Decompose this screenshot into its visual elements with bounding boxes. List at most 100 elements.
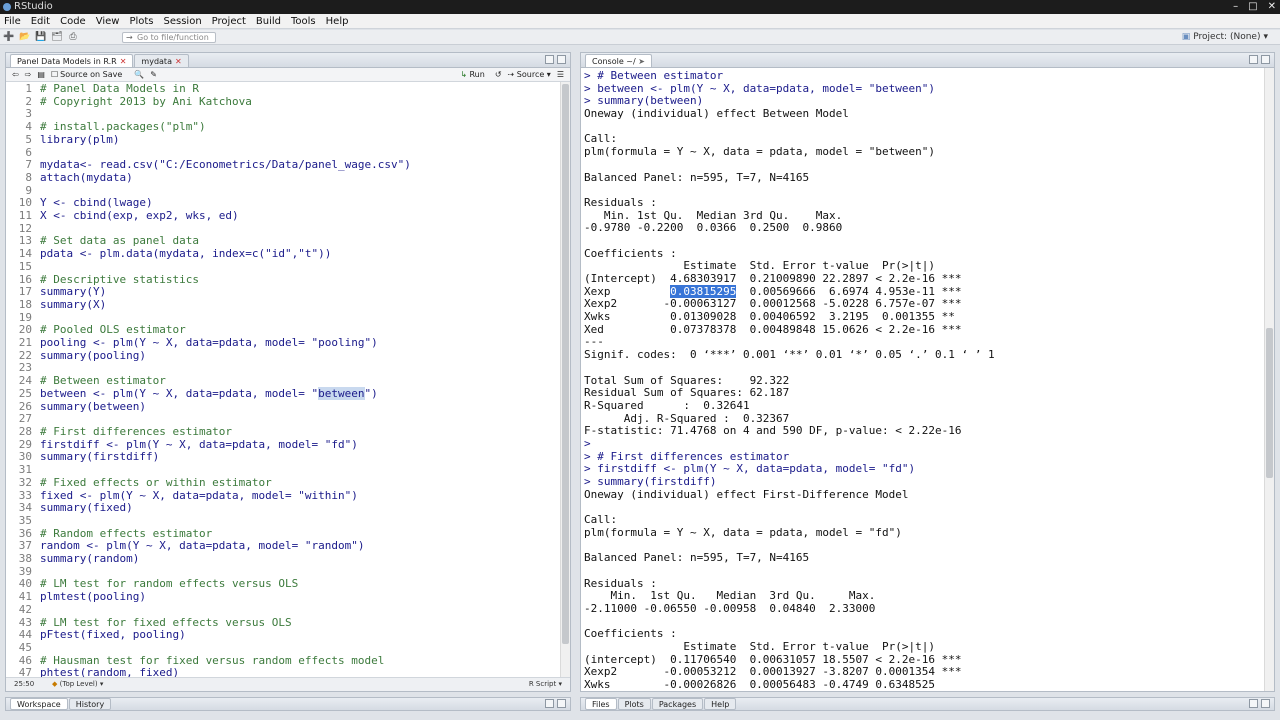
menu-edit[interactable]: Edit — [31, 16, 50, 27]
editor-menu-icon[interactable]: ☰ — [557, 70, 564, 79]
console-line: > # Between estimator — [584, 69, 724, 82]
maximize-pane-icon[interactable] — [557, 55, 566, 64]
print-icon[interactable]: ⎙ — [66, 31, 80, 43]
chevron-down-icon: ▾ — [1263, 32, 1268, 42]
menu-session[interactable]: Session — [164, 16, 202, 27]
project-menu[interactable]: ▣ Project: (None) ▾ — [1182, 32, 1268, 42]
run-button[interactable]: ↳ Run — [460, 70, 485, 79]
code-line[interactable]: 15 — [6, 260, 560, 274]
source-on-save-label: Source on Save — [60, 70, 123, 79]
code-text: phtest(random, fixed) — [40, 666, 180, 677]
menu-view[interactable]: View — [96, 16, 120, 27]
code-line[interactable]: 21 pooling <- plm(Y ~ X, data=pdata, mode… — [6, 336, 560, 350]
console-scrollbar[interactable] — [1264, 68, 1274, 691]
code-line[interactable]: 24 # Between estimator — [6, 374, 560, 388]
tab-history[interactable]: History — [68, 698, 112, 710]
find-icon[interactable]: 🔍 — [134, 70, 144, 79]
editor-scrollbar[interactable] — [560, 82, 570, 677]
code-line[interactable]: 18 summary(X) — [6, 297, 560, 312]
minimize-pane-icon[interactable] — [1249, 55, 1258, 64]
source-icon: ⇢ — [507, 70, 515, 79]
menu-project[interactable]: Project — [212, 16, 246, 27]
close-tab-icon[interactable]: ✕ — [120, 57, 127, 66]
code-line[interactable]: 25 between <- plm(Y ~ X, data=pdata, mode… — [6, 386, 560, 401]
maximize-pane-icon[interactable] — [1261, 55, 1270, 64]
code-line[interactable]: 31 — [6, 463, 560, 477]
pane-controls — [545, 699, 566, 708]
code-line[interactable]: 14 pdata <- plm.data(mydata, index=c("id"… — [6, 247, 560, 261]
code-line[interactable]: 4 # install.packages("plm") — [6, 120, 560, 134]
code-line[interactable]: 11 X <- cbind(exp, exp2, wks, ed) — [6, 209, 560, 223]
forward-arrow-icon[interactable]: ⇨ — [25, 70, 32, 79]
minimize-icon[interactable]: – — [1233, 0, 1238, 14]
new-file-icon[interactable]: ➕ — [2, 31, 16, 43]
maximize-pane-icon[interactable] — [1261, 699, 1270, 708]
code-line[interactable]: 2 # Copyright 2013 by Ani Katchova — [6, 95, 560, 109]
code-tools-icon[interactable]: ✎ — [150, 70, 157, 79]
tab-packages[interactable]: Packages — [651, 698, 704, 710]
console-line: R-Squared : 0.32641 — [584, 398, 750, 412]
close-icon[interactable]: ✕ — [1268, 0, 1276, 14]
code-text: # Between estimator — [40, 374, 166, 388]
goto-file-input[interactable]: → Go to file/function — [122, 32, 216, 43]
code-area[interactable]: 1 # Panel Data Models in R 2 # Copyright 20… — [6, 82, 560, 677]
code-line[interactable]: 34 summary(fixed) — [6, 501, 560, 515]
close-tab-icon[interactable]: ✕ — [175, 57, 182, 66]
tab-help[interactable]: Help — [704, 698, 737, 710]
file-type-indicator[interactable]: R Script ▾ — [529, 678, 562, 691]
line-number: 42 — [18, 602, 32, 616]
tab-plots[interactable]: Plots — [617, 698, 651, 710]
code-line[interactable]: 22 summary(pooling) — [6, 349, 560, 363]
minimize-pane-icon[interactable] — [1249, 699, 1258, 708]
code-line[interactable]: 5 library(plm) — [6, 133, 560, 147]
open-folder-icon[interactable]: 📂 — [18, 31, 32, 43]
code-line[interactable]: 30 summary(firstdiff) — [6, 451, 560, 464]
window-title: RStudio — [14, 1, 53, 12]
code-line[interactable]: 1 # Panel Data Models in R — [6, 82, 560, 96]
menu-help[interactable]: Help — [326, 16, 349, 27]
line-number: 35 — [18, 513, 32, 527]
tab-console[interactable]: Console ~/ ➤ — [585, 54, 652, 67]
tab-workspace[interactable]: Workspace — [10, 698, 68, 710]
code-text: # Fixed effects or within estimator — [40, 475, 272, 489]
tab-panel-data-models[interactable]: Panel Data Models in R.R ✕ — [10, 54, 134, 67]
scope-indicator[interactable]: ◆ (Top Level) ▾ — [52, 678, 103, 691]
console-output[interactable]: > # Between estimator > between <- plm(Y … — [581, 68, 1264, 691]
code-line[interactable]: 8 attach(mydata) — [6, 171, 560, 185]
line-number: 32 — [18, 475, 32, 489]
code-line[interactable]: 26 summary(between) — [6, 400, 560, 414]
code-line[interactable]: 41 plmtest(pooling) — [6, 590, 560, 604]
source-on-save-checkbox[interactable]: ☐ — [51, 70, 58, 79]
code-line[interactable]: 35 — [6, 513, 560, 528]
menu-plots[interactable]: Plots — [129, 16, 153, 27]
menu-code[interactable]: Code — [60, 16, 86, 27]
editor-scroll-thumb[interactable] — [562, 84, 569, 644]
minimize-pane-icon[interactable] — [545, 699, 554, 708]
save-all-icon[interactable]: 🗂 — [50, 31, 64, 43]
tab-files[interactable]: Files — [585, 698, 617, 710]
code-text: plmtest(pooling) — [40, 590, 146, 604]
code-line[interactable]: 45 — [6, 641, 560, 655]
back-arrow-icon[interactable]: ⇦ — [12, 70, 19, 79]
code-line[interactable]: 38 summary(random) — [6, 552, 560, 566]
minimize-pane-icon[interactable] — [545, 55, 554, 64]
line-number: 18 — [18, 297, 32, 311]
console-scroll-thumb[interactable] — [1266, 328, 1273, 478]
line-number: 1 — [25, 82, 32, 95]
save-icon[interactable]: 💾 — [34, 31, 48, 43]
show-in-window-icon[interactable]: ▤ — [37, 70, 45, 79]
code-line[interactable]: 32 # Fixed effects or within estimator — [6, 475, 560, 490]
console-goto-icon[interactable]: ➤ — [638, 57, 645, 66]
code-line[interactable]: 47 phtest(random, fixed) — [6, 667, 560, 677]
menu-file[interactable]: File — [4, 16, 21, 27]
code-line[interactable]: 28 # First differences estimator — [6, 425, 560, 439]
tab-mydata[interactable]: mydata ✕ — [134, 54, 189, 67]
maximize-icon[interactable]: □ — [1248, 0, 1257, 14]
maximize-pane-icon[interactable] — [557, 699, 566, 708]
source-button[interactable]: ⇢ Source ▾ — [508, 70, 551, 79]
code-line[interactable]: 44 pFtest(fixed, pooling) — [6, 629, 560, 642]
rerun-icon[interactable]: ↺ — [495, 70, 502, 79]
menu-tools[interactable]: Tools — [291, 16, 316, 27]
code-line[interactable]: 42 — [6, 602, 560, 617]
menu-build[interactable]: Build — [256, 16, 281, 27]
